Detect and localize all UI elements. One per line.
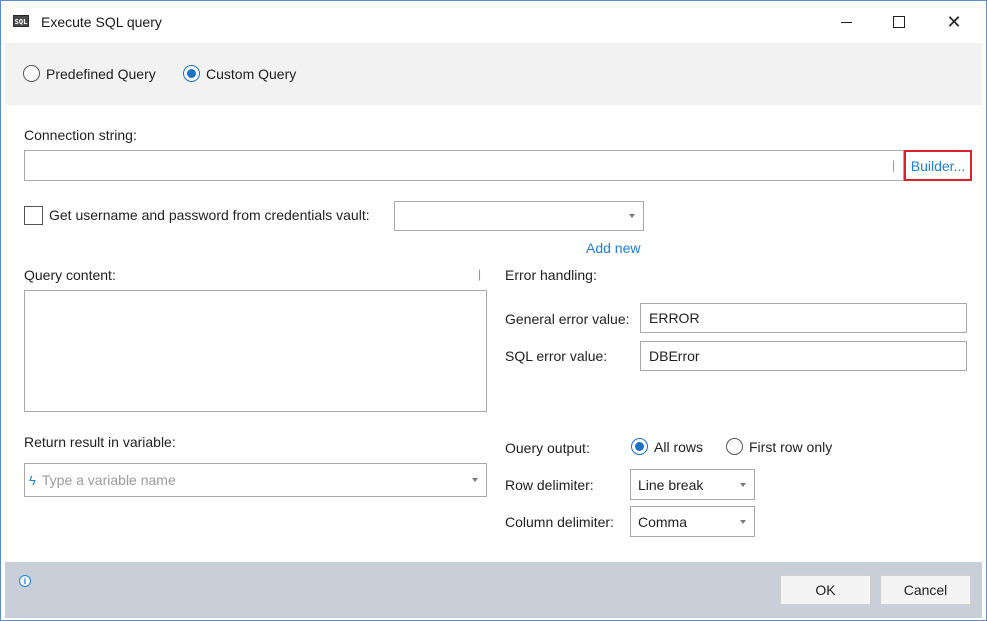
dialog-window: SQL Execute SQL query ✕ Predefined Query… [0,0,987,621]
general-error-input[interactable]: ERROR [640,303,967,333]
dialog-footer: i OK Cancel [5,562,982,618]
query-type-band: Predefined Query Custom Query [5,43,982,105]
sql-error-value: DBError [649,348,700,364]
chevron-down-icon [629,214,635,218]
column-delimiter-label: Column delimiter: [505,514,614,530]
chevron-down-icon [472,478,478,482]
connection-string-label: Connection string: [24,127,137,143]
radio-predefined-query[interactable]: Predefined Query [23,65,156,82]
close-button[interactable]: ✕ [931,1,977,43]
radio-all-rows[interactable]: All rows [631,438,703,455]
radio-label: All rows [654,438,704,455]
close-icon: ✕ [946,11,962,33]
sql-app-icon: SQL [13,15,29,27]
credentials-vault-checkbox[interactable] [24,206,43,225]
info-icon[interactable]: i [19,575,31,587]
maximize-button[interactable] [876,1,922,43]
maximize-icon [893,16,905,28]
builder-link-highlight: Builder... [904,150,972,181]
row-delimiter-label: Row delimiter: [505,477,594,493]
sql-error-input[interactable]: DBError [640,341,967,371]
pin-icon: ❘ [475,269,485,281]
variable-placeholder: Type a variable name [41,472,176,488]
radio-circle-selected [631,438,648,455]
builder-link[interactable]: Builder... [911,158,965,174]
window-title: Execute SQL query [41,14,162,30]
add-new-link[interactable]: Add new [586,240,640,256]
query-output-label: Ouery output: [505,440,590,456]
cancel-button[interactable]: Cancel [880,575,971,605]
chevron-down-icon [740,519,746,524]
pin-icon: ❘ [889,160,899,172]
sql-error-label: SQL error value: [505,348,608,364]
radio-dot [187,69,196,78]
row-delimiter-select[interactable]: Line break [630,469,755,500]
chevron-down-icon [740,482,746,487]
title-bar: SQL Execute SQL query ✕ [1,1,986,43]
radio-circle-selected [183,65,200,82]
radio-dot [635,442,644,451]
ok-button[interactable]: OK [780,575,871,605]
radio-circle [23,65,40,82]
minimize-icon [840,21,852,23]
credentials-vault-label: Get username and password from credentia… [49,207,370,223]
return-result-label: Return result in variable: [24,434,176,450]
radio-circle [726,438,743,455]
radio-label: Custom Query [206,65,297,82]
general-error-value: ERROR [649,310,700,326]
connection-string-input[interactable]: ❘ [24,150,904,181]
minimize-button[interactable] [823,1,869,43]
radio-first-row-only[interactable]: First row only [726,438,832,455]
general-error-label: General error value: [505,311,630,327]
error-handling-label: Error handling: [505,267,597,283]
variable-icon: ϟ [29,472,36,488]
radio-custom-query[interactable]: Custom Query [183,65,296,82]
radio-label: Predefined Query [46,65,156,82]
query-content-label: Query content: [24,267,116,283]
radio-label: First row only [749,438,833,455]
row-delimiter-value: Line break [638,476,704,493]
query-content-textarea[interactable] [24,290,487,412]
credentials-vault-select[interactable] [394,201,644,231]
return-variable-input[interactable]: ϟ Type a variable name [24,463,487,497]
column-delimiter-value: Comma [638,513,688,530]
column-delimiter-select[interactable]: Comma [630,506,755,537]
